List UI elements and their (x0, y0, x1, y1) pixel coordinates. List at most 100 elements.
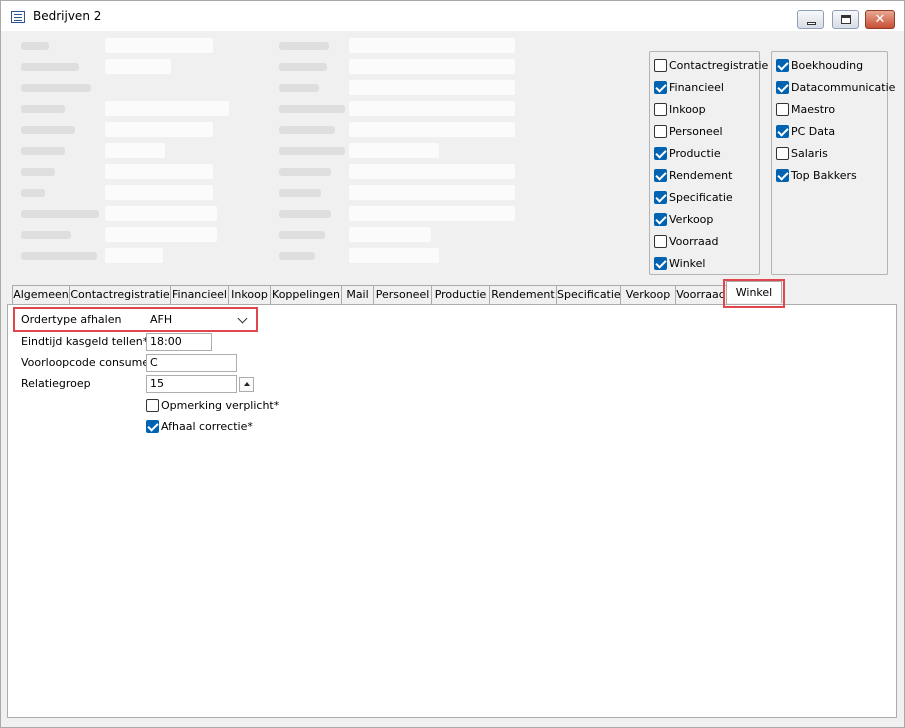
obscured-field (349, 38, 515, 53)
tab-mail[interactable]: Mail (341, 285, 374, 304)
checkbox-box[interactable] (654, 190, 667, 204)
obscured-field (105, 227, 217, 242)
maximize-button[interactable] (832, 10, 859, 29)
obscured-field (105, 248, 163, 263)
eindtijd-input[interactable]: 18:00 (146, 333, 212, 351)
obscured-label (279, 84, 319, 92)
module-boekhouding-checkbox[interactable]: Boekhouding (776, 56, 863, 74)
checkbox-box[interactable] (654, 124, 667, 138)
module-maestro-checkbox[interactable]: Maestro (776, 100, 835, 118)
tab-productie[interactable]: Productie (431, 285, 490, 304)
title-bar: Bedrijven 2 ✕ (1, 1, 904, 31)
checkbox-label: Boekhouding (791, 58, 864, 72)
obscured-label (279, 252, 315, 260)
checkbox-label: Salaris (791, 146, 828, 160)
obscured-label (21, 210, 99, 218)
obscured-field (105, 185, 213, 200)
obscured-field (349, 59, 515, 74)
module-inkoop-checkbox[interactable]: Inkoop (654, 100, 706, 118)
checkbox-box[interactable] (654, 102, 667, 116)
obscured-field (349, 143, 439, 158)
module-top-bakkers-checkbox[interactable]: Top Bakkers (776, 166, 857, 184)
module-salaris-checkbox[interactable]: Salaris (776, 144, 828, 162)
checkbox-label: Specificatie (669, 190, 733, 204)
obscured-field (105, 101, 229, 116)
checkbox-label: Financieel (669, 80, 724, 94)
checkbox-box[interactable] (776, 168, 789, 182)
checkbox-box[interactable] (654, 212, 667, 226)
afhaal-label: Afhaal correctie* (161, 419, 253, 433)
tab-contactregistratie[interactable]: Contactregistratie (69, 285, 171, 304)
obscured-field (349, 101, 515, 116)
obscured-label (279, 126, 335, 134)
module-contactregistratie-checkbox[interactable]: Contactregistratie (654, 56, 768, 74)
obscured-field (349, 227, 431, 242)
checkbox-label: Personeel (669, 124, 723, 138)
module-datacommunicatie-checkbox[interactable]: Datacommunicatie (776, 78, 895, 96)
checkbox-label: Verkoop (669, 212, 714, 226)
tab-koppelingen[interactable]: Koppelingen (270, 285, 342, 304)
obscured-label (279, 105, 345, 113)
obscured-field (105, 122, 213, 137)
afhaal-correctie-checkbox[interactable]: Afhaal correctie* (146, 417, 253, 435)
checkbox-box[interactable] (776, 146, 789, 160)
obscured-label (279, 168, 331, 176)
eindtijd-label: Eindtijd kasgeld tellen* (21, 335, 149, 348)
module-financieel-checkbox[interactable]: Financieel (654, 78, 724, 96)
minimize-button[interactable] (797, 10, 824, 29)
window-title: Bedrijven 2 (33, 9, 102, 23)
checkbox-box[interactable] (146, 419, 159, 433)
checkbox-box[interactable] (654, 256, 667, 270)
checkbox-box[interactable] (654, 168, 667, 182)
tab-inkoop[interactable]: Inkoop (228, 285, 271, 304)
checkbox-label: Productie (669, 146, 721, 160)
checkbox-box[interactable] (654, 58, 667, 72)
tab-specificatie[interactable]: Specificatie (556, 285, 621, 304)
tab-algemeen[interactable]: Algemeen (12, 285, 70, 304)
obscured-label (21, 252, 97, 260)
module-rendement-checkbox[interactable]: Rendement (654, 166, 732, 184)
close-icon: ✕ (874, 12, 886, 27)
tab-voorraad[interactable]: Voorraad (675, 285, 727, 304)
minimize-icon (807, 22, 816, 25)
bedrijven-window: Bedrijven 2 ✕ Ordertype afhalen AFH Eind… (0, 0, 905, 728)
module-personeel-checkbox[interactable]: Personeel (654, 122, 723, 140)
relatiegroep-input[interactable]: 15 (146, 375, 237, 393)
obscured-field (105, 164, 213, 179)
checkbox-box[interactable] (776, 80, 789, 94)
list-window-icon (11, 11, 25, 23)
module-productie-checkbox[interactable]: Productie (654, 144, 721, 162)
checkbox-box[interactable] (776, 124, 789, 138)
ordertype-label: Ordertype afhalen (21, 313, 122, 326)
tab-financieel[interactable]: Financieel (170, 285, 229, 304)
checkbox-box[interactable] (776, 58, 789, 72)
module-voorraad-checkbox[interactable]: Voorraad (654, 232, 718, 250)
checkbox-box[interactable] (776, 102, 789, 116)
voorloopcode-label: Voorloopcode consument (21, 356, 161, 369)
ordertype-dropdown[interactable]: AFH (146, 310, 254, 330)
opmerking-verplicht-checkbox[interactable]: Opmerking verplicht* (146, 396, 279, 414)
tab-rendement[interactable]: Rendement (489, 285, 557, 304)
tab-personeel[interactable]: Personeel (373, 285, 432, 304)
tab-verkoop[interactable]: Verkoop (620, 285, 676, 304)
module-winkel-checkbox[interactable]: Winkel (654, 254, 705, 272)
obscured-field (349, 185, 515, 200)
voorloopcode-input[interactable]: C (146, 354, 237, 372)
checkbox-box[interactable] (654, 234, 667, 248)
tab-winkel[interactable]: Winkel (726, 281, 782, 303)
module-verkoop-checkbox[interactable]: Verkoop (654, 210, 713, 228)
checkbox-box[interactable] (654, 146, 667, 160)
obscured-label (21, 105, 65, 113)
relatiegroep-spin-up-button[interactable] (239, 377, 254, 392)
checkbox-label: Winkel (669, 256, 706, 270)
close-button[interactable]: ✕ (865, 10, 895, 29)
checkbox-label: Datacommunicatie (791, 80, 896, 94)
checkbox-box[interactable] (654, 80, 667, 94)
module-specificatie-checkbox[interactable]: Specificatie (654, 188, 733, 206)
checkbox-label: PC Data (791, 124, 836, 138)
checkbox-box[interactable] (146, 398, 159, 412)
module-pc-data-checkbox[interactable]: PC Data (776, 122, 835, 140)
checkbox-label: Voorraad (669, 234, 719, 248)
obscured-label (279, 231, 325, 239)
obscured-field (349, 122, 515, 137)
